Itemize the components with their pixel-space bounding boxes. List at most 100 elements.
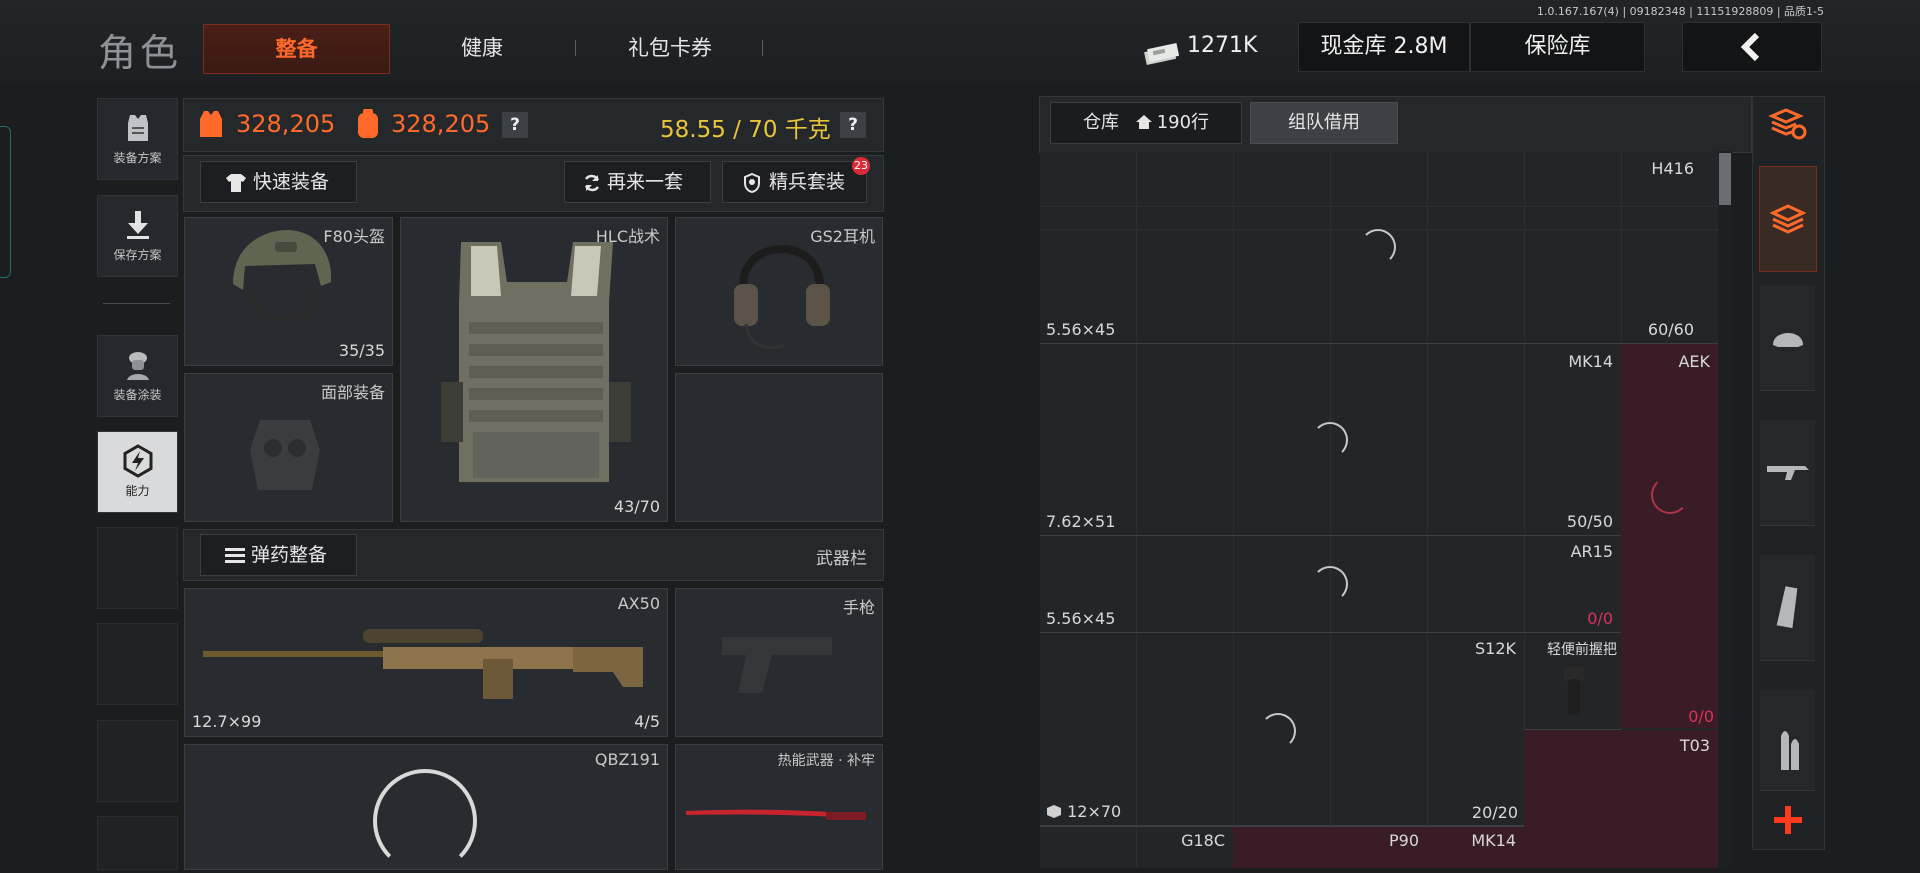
storage-item-g18c[interactable]: G18C bbox=[1040, 827, 1233, 868]
equipment-value: 328,205 bbox=[236, 110, 336, 138]
sidebar-item-label: 装备涂装 bbox=[113, 388, 162, 402]
melee-name: 热能武器 · 补牢 bbox=[777, 753, 875, 769]
safe-button[interactable]: 保险库 bbox=[1470, 22, 1645, 72]
stack-refresh-icon bbox=[1768, 108, 1807, 140]
storage-item-ar15[interactable]: AR15 5.56×45 0/0 bbox=[1040, 536, 1621, 633]
warehouse-label: 仓库 bbox=[1082, 112, 1119, 133]
pistol-name: 手枪 bbox=[842, 598, 875, 617]
item-name: G18C bbox=[1181, 831, 1225, 850]
empty-gear-slot[interactable] bbox=[675, 373, 883, 522]
back-button[interactable] bbox=[1682, 22, 1822, 72]
tab-equip[interactable]: 整备 bbox=[203, 24, 390, 74]
item-count: 20/20 bbox=[1471, 803, 1518, 822]
ammo-setup-button[interactable]: 弹药整备 bbox=[200, 534, 357, 576]
tab-gift-cards[interactable]: 礼包卡券 bbox=[585, 24, 755, 72]
grip-image bbox=[1564, 667, 1584, 715]
face-gear-name: 面部装备 bbox=[320, 383, 385, 402]
storage-scrollbar-track[interactable] bbox=[1718, 151, 1732, 868]
item-caliber-text: 12×70 bbox=[1067, 802, 1122, 821]
save-plan-button[interactable]: 保存方案 bbox=[97, 195, 178, 277]
equipment-skin-button[interactable]: 装备涂装 bbox=[97, 335, 178, 417]
stats-bar: 328,205 328,205 ? 58.55 / 70 千克 ? bbox=[183, 98, 884, 152]
empty-sidebar-slot bbox=[97, 816, 178, 870]
currency-display: 1271K bbox=[1143, 22, 1263, 70]
shield-icon bbox=[744, 172, 760, 193]
helmet-name: F80头盔 bbox=[323, 227, 385, 246]
primary-weapon-caliber: 12.7×99 bbox=[192, 712, 262, 731]
backpack-value: 328,205 bbox=[391, 110, 491, 138]
again-button[interactable]: 再来一套 bbox=[564, 161, 711, 203]
elite-set-badge: 23 bbox=[852, 157, 870, 175]
layers-icon bbox=[1769, 204, 1807, 234]
lightning-hex-icon bbox=[123, 444, 152, 478]
tab-divider bbox=[762, 40, 763, 56]
elite-set-button[interactable]: 精兵套装 bbox=[722, 161, 867, 203]
pistol-slot[interactable]: 手枪 bbox=[675, 588, 883, 737]
pistol-placeholder-icon bbox=[722, 637, 832, 693]
cash-vault-button[interactable]: 现金库 2.8M bbox=[1298, 22, 1470, 72]
item-count: 60/60 bbox=[1647, 320, 1694, 339]
headset-slot[interactable]: GS2耳机 bbox=[675, 217, 883, 366]
again-label: 再来一套 bbox=[607, 171, 684, 193]
magazine-icon bbox=[1776, 586, 1798, 629]
secondary-weapon-name: QBZ191 bbox=[594, 750, 660, 769]
face-gear-slot[interactable]: 面部装备 bbox=[184, 373, 393, 522]
tab-health[interactable]: 健康 bbox=[402, 24, 562, 72]
helmet-durability: 35/35 bbox=[338, 341, 385, 360]
filter-magazines-button[interactable] bbox=[1760, 555, 1815, 661]
armor-slot[interactable]: HLC战术 43/70 bbox=[400, 217, 668, 522]
sniper-rifle-image bbox=[203, 629, 643, 699]
item-name: AR15 bbox=[1570, 542, 1613, 561]
empty-sidebar-slot bbox=[97, 623, 178, 705]
value-help-button[interactable]: ? bbox=[502, 112, 528, 138]
primary-weapon-slot[interactable]: AX50 12.7×99 4/5 bbox=[184, 588, 668, 737]
loading-spinner bbox=[1360, 229, 1396, 265]
rifle-icon bbox=[1767, 466, 1809, 480]
helmet-icon bbox=[1773, 333, 1803, 347]
weapon-bar-label: 武器栏 bbox=[816, 549, 867, 569]
filter-gear-button[interactable] bbox=[1760, 285, 1815, 391]
storage-item-s12k[interactable]: S12K 12×70 bbox=[1040, 633, 1524, 826]
quick-equip-button[interactable]: 快速装备 bbox=[200, 161, 357, 203]
storage-item-mk14[interactable]: MK14 7.62×51 50/50 bbox=[1040, 344, 1621, 536]
add-button[interactable] bbox=[1760, 796, 1815, 844]
armor-name: HLC战术 bbox=[595, 227, 660, 246]
storage-scrollbar-thumb[interactable] bbox=[1719, 153, 1731, 205]
storage-item-mk14-2[interactable]: MK14 bbox=[1427, 827, 1524, 868]
edge-handle[interactable] bbox=[0, 126, 11, 278]
storage-item-p90[interactable]: P90 bbox=[1233, 827, 1427, 868]
primary-weapon-name: AX50 bbox=[617, 594, 660, 613]
grip-count: 0/0 bbox=[1688, 707, 1714, 726]
chevron-left-icon bbox=[1740, 32, 1760, 62]
refresh-icon bbox=[584, 174, 600, 191]
melee-slot[interactable]: 热能武器 · 补牢 bbox=[675, 744, 883, 870]
helmet-slot[interactable]: F80头盔 35/35 bbox=[184, 217, 393, 366]
filter-all-button[interactable] bbox=[1759, 166, 1817, 272]
item-caliber: 7.62×51 bbox=[1046, 512, 1116, 531]
tab-team-borrow[interactable]: 组队借用 bbox=[1250, 102, 1398, 144]
item-name: MK14 bbox=[1471, 831, 1516, 850]
weight-help-button[interactable]: ? bbox=[840, 112, 866, 138]
item-name: MK14 bbox=[1568, 352, 1613, 371]
storage-item-t03[interactable]: T03 bbox=[1524, 730, 1718, 868]
item-name: H416 bbox=[1651, 159, 1694, 178]
armor-durability: 43/70 bbox=[613, 497, 660, 516]
item-count: 50/50 bbox=[1566, 512, 1613, 531]
item-caliber: 12×70 bbox=[1046, 802, 1121, 821]
storage-item-grip[interactable]: 轻便前握把 bbox=[1524, 633, 1621, 730]
storage-item-aek[interactable]: AEK bbox=[1621, 344, 1718, 728]
storage-grid: H416 5.56×45 60/60 AEK MK14 7.62×51 50/5… bbox=[1040, 151, 1718, 868]
filter-ammo-button[interactable] bbox=[1760, 690, 1815, 791]
backpack-value-icon bbox=[358, 109, 378, 138]
secondary-weapon-slot[interactable]: QBZ191 bbox=[184, 744, 668, 873]
tab-warehouse[interactable]: 仓库 190行 bbox=[1050, 102, 1242, 144]
loading-spinner bbox=[1312, 566, 1348, 602]
ability-button[interactable]: 能力 bbox=[97, 431, 178, 513]
filter-weapons-button[interactable] bbox=[1760, 420, 1815, 526]
storage-item-h416[interactable]: H416 5.56×45 60/60 bbox=[1040, 151, 1718, 344]
item-name: T03 bbox=[1679, 736, 1710, 755]
loadout-plan-button[interactable]: 装备方案 bbox=[97, 98, 178, 180]
vest-icon bbox=[127, 115, 148, 141]
sidebar-item-label: 能力 bbox=[125, 484, 150, 498]
stack-refresh-button[interactable] bbox=[1760, 100, 1815, 152]
